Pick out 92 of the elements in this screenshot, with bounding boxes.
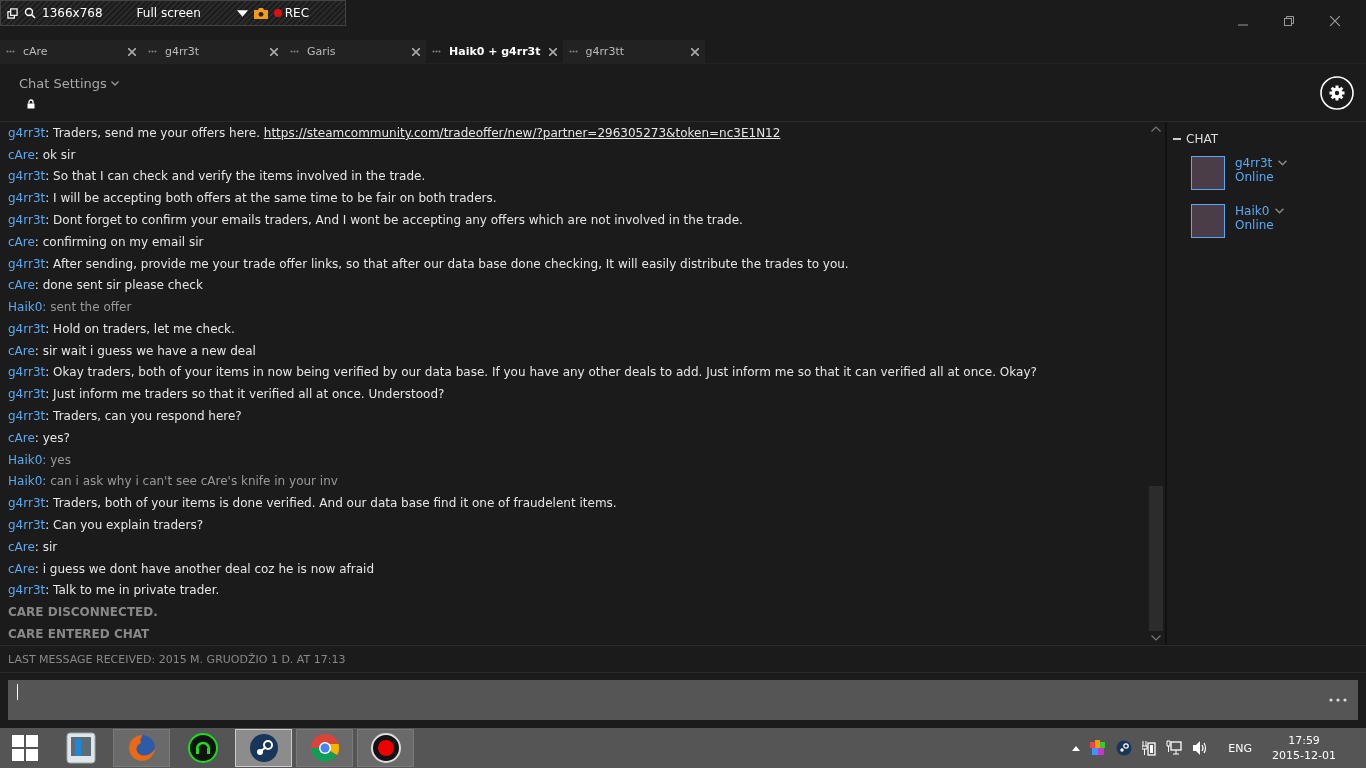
clock-date[interactable]: 2015-12-01	[1272, 748, 1336, 763]
system-message: CARE ENTERED CHAT	[8, 625, 151, 642]
sender-name[interactable]: cAre	[8, 430, 35, 445]
more-icon	[432, 50, 441, 53]
more-icon	[6, 50, 15, 53]
windows-icon[interactable]	[7, 7, 18, 19]
system-message: CARE DISCONNECTED.	[8, 604, 159, 621]
message-link[interactable]: https://steamcommunity.com/tradeoffer/new/?partner=296305273&token=nc3E1N12	[263, 125, 781, 140]
lock-icon	[27, 99, 35, 109]
speaker-icon[interactable]	[1192, 740, 1209, 756]
message-text: : Talk to me in private trader.	[45, 583, 220, 598]
more-icon	[290, 50, 299, 53]
scroll-up-icon[interactable]	[1151, 126, 1161, 132]
member-name[interactable]: g4rr3t	[1235, 156, 1273, 170]
taskbar-app[interactable]	[357, 729, 414, 767]
scroll-down-icon[interactable]	[1151, 635, 1161, 641]
chat-settings-menu[interactable]: Chat Settings	[19, 76, 119, 91]
more-icon	[148, 50, 157, 53]
chevron-icon[interactable]	[1275, 208, 1285, 214]
message-text: : sir	[34, 539, 58, 554]
message-text: : yes	[42, 452, 71, 467]
dropdown-icon[interactable]	[236, 9, 248, 17]
avatar-placeholder[interactable]	[1191, 156, 1225, 190]
language-indicator[interactable]: ENG	[1228, 741, 1253, 755]
message-text: : confirming on my email sir	[34, 234, 204, 249]
close-icon[interactable]	[412, 47, 420, 56]
resolution-label: 1366x768	[42, 6, 103, 20]
message-text: : Traders, send me your offers here.	[45, 125, 261, 140]
message-text: : Hold on traders, let me check.	[45, 321, 235, 336]
group-heading: CHAT	[1186, 132, 1218, 146]
steam-logo-icon	[248, 733, 279, 763]
message-text: : So that I can check and verify the items involved in the trade.	[45, 169, 426, 184]
network-icon[interactable]	[1166, 740, 1183, 756]
close-icon[interactable]	[270, 47, 278, 56]
battery-icon[interactable]	[1142, 740, 1157, 756]
avatar-placeholder[interactable]	[1191, 204, 1225, 238]
message-text: : Can you explain traders?	[45, 517, 203, 532]
search-icon[interactable]	[24, 7, 36, 19]
sender-name[interactable]: cAre	[8, 278, 35, 293]
message-text: : ok sir	[34, 147, 76, 162]
chat-tab[interactable]: g4rr3tt	[562, 40, 705, 63]
restore-icon[interactable]	[1284, 16, 1294, 26]
chat-tab[interactable]: Garis	[284, 40, 426, 63]
headset-icon	[187, 733, 218, 763]
message-input[interactable]	[8, 680, 1358, 720]
close-icon[interactable]	[548, 47, 557, 56]
more-icon	[568, 50, 578, 53]
sender-name[interactable]: cAre	[8, 147, 35, 162]
mode-label[interactable]: Full screen	[136, 6, 201, 20]
message-text: : After sending, provide me your trade offer links, so that after our data base done checking, It will easily distribute the trades to you.	[45, 256, 849, 271]
more-icon[interactable]	[1329, 698, 1347, 702]
close-icon[interactable]	[128, 47, 136, 56]
message-text: : Dont forget to confirm your emails traders, And I wont be accepting any offers which are not involved in the trade.	[45, 213, 743, 227]
settings-icon[interactable]	[1320, 75, 1354, 110]
message-text: : done sent sir please check	[34, 278, 203, 293]
storage-icon	[65, 732, 96, 764]
message-text: : i guess we dont have another deal coz he is now afraid	[34, 561, 375, 576]
status-line: LAST MESSAGE RECEIVED: 2015 M. GRUODŽIO 1 D. AT 17:13	[0, 645, 1366, 673]
sender-name[interactable]: cAre	[8, 343, 35, 358]
message-text: : Okay traders, both of your items in now being verified by our data base. If you have any other deals to add. Just inform me so that it can verified all at once. Okay?	[45, 365, 1037, 380]
sender-name[interactable]: cAre	[8, 234, 35, 249]
chat-tab[interactable]: g4rr3t	[142, 40, 284, 63]
close-icon[interactable]	[690, 47, 699, 56]
message-text: : yes?	[34, 430, 70, 445]
message-text: : Just inform me traders so that it verified all at once. Understood?	[45, 387, 445, 402]
taskbar-app[interactable]	[235, 729, 292, 767]
antivirus-icon[interactable]	[1090, 740, 1107, 756]
message-text: : can i ask why i can't see cAre's knife in your inv	[42, 474, 338, 489]
steam-tray-icon[interactable]	[1116, 740, 1133, 756]
camera-icon[interactable]	[253, 7, 268, 19]
chevron-icon[interactable]	[1278, 160, 1288, 166]
chevron-icon	[110, 81, 119, 86]
chrome-logo-icon	[309, 733, 340, 763]
message-text: : Traders, can you respond here?	[45, 409, 242, 424]
member-name[interactable]: Haik0	[1235, 204, 1270, 218]
member-status: Online	[1235, 170, 1275, 184]
member-status: Online	[1235, 218, 1275, 232]
message-text: : I will be accepting both offers at the same time to be fair on both traders.	[45, 191, 497, 206]
windows-logo-icon[interactable]	[12, 735, 38, 761]
message-text: : sir wait i guess we have a new deal	[34, 343, 256, 358]
record-button-icon	[370, 733, 401, 763]
rec-label[interactable]: REC	[284, 6, 310, 20]
clock-time[interactable]: 17:59	[1288, 733, 1320, 748]
sender-name[interactable]: cAre	[8, 561, 35, 576]
record-dot-icon	[273, 9, 282, 17]
message-text: : sent the offer	[42, 300, 132, 315]
chat-tab[interactable]: cAre	[0, 40, 142, 63]
sender-name[interactable]: cAre	[8, 539, 35, 554]
globe-fox-icon	[126, 733, 157, 763]
close-icon[interactable]	[1330, 16, 1340, 26]
tray-arrow-icon[interactable]	[1072, 745, 1081, 751]
message-text: : Traders, both of your items is done verified. And our data base find it one of fraudelent items.	[45, 496, 617, 511]
